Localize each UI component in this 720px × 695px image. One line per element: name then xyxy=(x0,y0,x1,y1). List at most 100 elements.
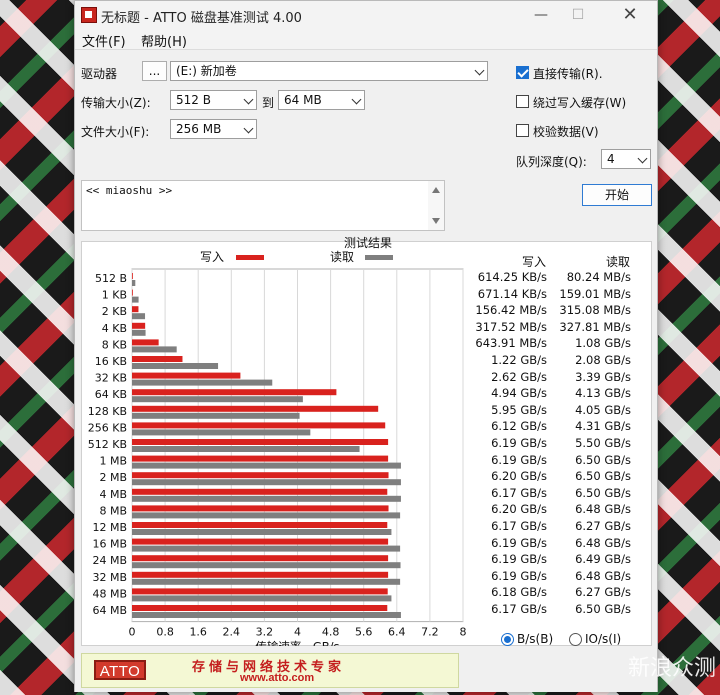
file-size-label: 文件大小(F): xyxy=(81,125,150,139)
write-bar xyxy=(132,356,183,362)
browse-button[interactable]: ... xyxy=(142,61,167,81)
x-axis-label: 传输速率 - GB/s xyxy=(255,640,339,646)
write-value: 671.14 KB/s xyxy=(477,286,547,301)
chevron-down-icon xyxy=(474,65,485,76)
write-bar xyxy=(132,605,388,611)
memo-scrollbar[interactable] xyxy=(428,181,444,230)
minimize-button[interactable]: — xyxy=(521,3,561,27)
drive-label: 驱动器 xyxy=(81,67,118,81)
file-size-select[interactable]: 256 MB xyxy=(170,119,257,139)
x-tick-label: 8 xyxy=(460,626,467,639)
category-label: 24 MB xyxy=(92,554,127,567)
category-label: 4 MB xyxy=(99,488,127,501)
write-value: 6.18 GB/s xyxy=(491,585,547,600)
category-label: 8 MB xyxy=(99,504,127,517)
category-label: 2 MB xyxy=(99,471,127,484)
verify-data-label: 校验数据(V) xyxy=(533,125,599,139)
read-bar xyxy=(132,595,392,602)
category-label: 48 MB xyxy=(92,587,127,600)
read-bar xyxy=(132,495,401,502)
transfer-to-select[interactable]: 64 MB xyxy=(278,90,365,110)
window-title: 无标题 - ATTO 磁盘基准测试 4.00 xyxy=(101,11,302,26)
write-bar xyxy=(132,571,389,578)
read-value: 6.27 GB/s xyxy=(575,519,631,533)
read-value: 3.39 GB/s xyxy=(575,369,631,384)
scroll-down-icon[interactable] xyxy=(432,218,440,224)
transfer-from-select[interactable]: 512 B xyxy=(170,90,257,110)
x-tick-label: 1.6 xyxy=(189,626,207,639)
read-value: 6.48 GB/s xyxy=(575,502,631,517)
write-value: 1.22 GB/s xyxy=(491,353,547,367)
x-tick-label: 4 xyxy=(294,626,301,639)
atto-banner[interactable]: ATTO 存储与网络技术专家 www.atto.com xyxy=(81,653,459,688)
x-tick-label: 3.2 xyxy=(256,626,274,639)
write-bar xyxy=(132,555,389,562)
file-size-value: 256 MB xyxy=(176,122,222,136)
write-bar xyxy=(132,472,389,479)
category-label: 32 KB xyxy=(95,372,127,385)
chevron-down-icon xyxy=(637,153,648,164)
menu-help[interactable]: 帮助(H) xyxy=(141,31,187,50)
title-bar[interactable]: 无标题 - ATTO 磁盘基准测试 4.00 — ☐ ✕ xyxy=(75,1,657,29)
queue-depth-label: 队列深度(Q): xyxy=(516,155,587,169)
scroll-up-icon[interactable] xyxy=(432,187,440,193)
unit-bytes-label: B/s(B) xyxy=(517,632,554,646)
direct-io-checkbox[interactable] xyxy=(516,66,529,79)
category-label: 12 MB xyxy=(92,521,127,534)
start-button[interactable]: 开始 xyxy=(582,184,652,206)
read-bar xyxy=(132,296,139,303)
atto-window: 无标题 - ATTO 磁盘基准测试 4.00 — ☐ ✕ 文件(F) 帮助(H)… xyxy=(74,0,658,692)
drive-select[interactable]: (E:) 新加卷 xyxy=(170,61,488,81)
write-value: 643.91 MB/s xyxy=(475,336,547,351)
sina-watermark: 新浪众测 xyxy=(628,656,717,681)
write-bar xyxy=(132,289,133,296)
write-bar xyxy=(132,588,388,595)
read-bar xyxy=(132,429,311,436)
write-bar xyxy=(132,273,133,279)
read-value: 6.49 GB/s xyxy=(575,552,631,567)
menu-file[interactable]: 文件(F) xyxy=(82,31,126,50)
chevron-down-icon xyxy=(351,94,362,105)
read-value: 1.08 GB/s xyxy=(575,336,631,351)
bypass-cache-checkbox[interactable] xyxy=(516,95,529,108)
write-bar xyxy=(132,306,139,313)
write-bar xyxy=(132,505,389,512)
write-value: 4.94 GB/s xyxy=(491,386,547,401)
read-value: 327.81 MB/s xyxy=(559,319,631,334)
unit-io-radio[interactable] xyxy=(569,633,582,646)
close-button[interactable]: ✕ xyxy=(610,3,650,27)
write-value: 6.19 GB/s xyxy=(491,452,547,467)
write-value: 6.20 GB/s xyxy=(491,502,547,517)
x-tick-label: 4.8 xyxy=(322,626,340,639)
write-value: 2.62 GB/s xyxy=(491,369,547,384)
write-value: 5.95 GB/s xyxy=(491,402,547,417)
write-bar xyxy=(132,339,159,346)
x-tick-label: 6.4 xyxy=(388,626,406,639)
read-value: 2.08 GB/s xyxy=(575,353,631,367)
transfer-to-value: 64 MB xyxy=(284,93,322,107)
maximize-button[interactable]: ☐ xyxy=(558,3,598,27)
verify-data-checkbox[interactable] xyxy=(516,124,529,137)
write-value: 6.20 GB/s xyxy=(491,469,547,484)
read-value: 6.50 GB/s xyxy=(575,485,631,500)
category-label: 4 KB xyxy=(102,322,127,335)
unit-bytes-radio[interactable] xyxy=(501,633,514,646)
write-bar xyxy=(132,372,241,379)
queue-depth-select[interactable]: 4 xyxy=(601,149,651,169)
read-bar xyxy=(132,612,401,618)
atto-logo: ATTO xyxy=(94,660,146,680)
write-value: 6.17 GB/s xyxy=(491,519,547,533)
write-value: 6.17 GB/s xyxy=(491,602,547,616)
direct-io-label: 直接传输(R). xyxy=(533,67,603,81)
write-value: 6.19 GB/s xyxy=(491,552,547,567)
description-textarea[interactable]: << miaoshu >> xyxy=(81,180,445,231)
read-bar xyxy=(132,562,401,569)
read-value: 6.50 GB/s xyxy=(575,452,631,467)
read-value: 5.50 GB/s xyxy=(575,436,631,450)
read-bar xyxy=(132,479,401,486)
write-bar xyxy=(132,322,146,329)
category-label: 8 KB xyxy=(102,338,127,351)
write-value: 614.25 KB/s xyxy=(477,270,547,284)
write-bar xyxy=(132,522,388,528)
write-bar xyxy=(132,488,388,495)
